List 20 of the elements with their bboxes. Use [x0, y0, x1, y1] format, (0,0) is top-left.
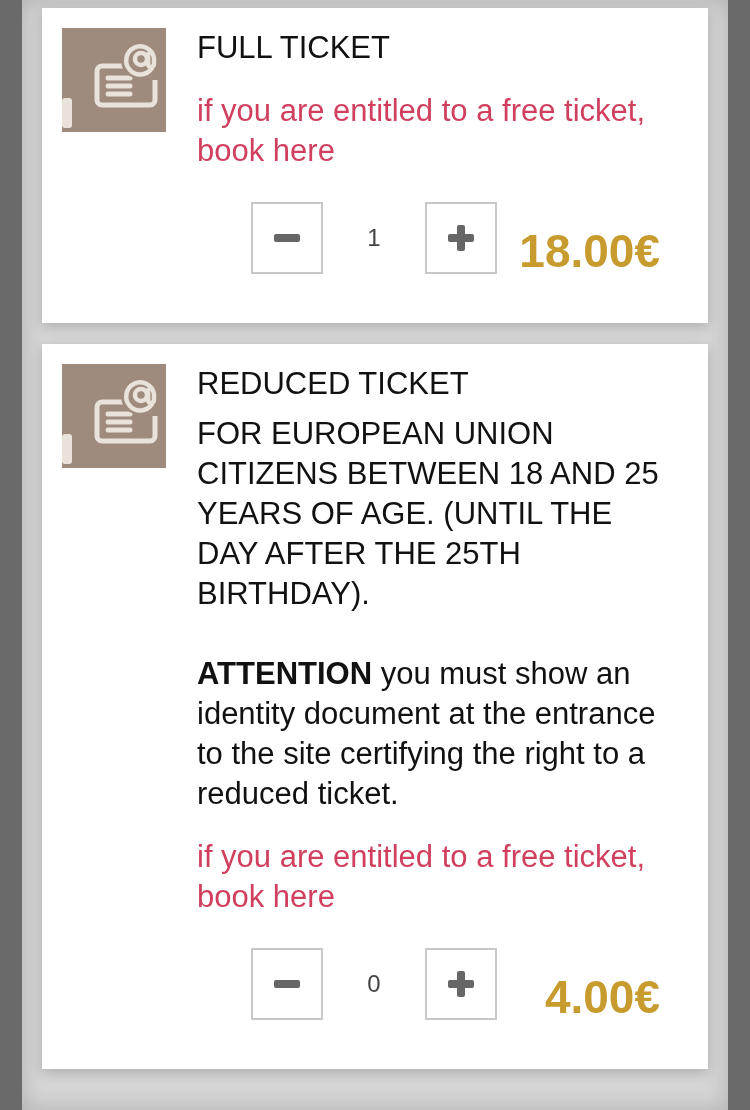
decrease-button[interactable] [251, 202, 323, 274]
ticket-price: 18.00€ [519, 228, 660, 274]
plus-icon [448, 225, 474, 251]
ticket-description: FOR EUROPEAN UNION CITIZENS BETWEEN 18 AND 25 YEARS OF AGE. (UNTIL THE DAY AFTER THE 25TH BIRTHDAY). [197, 415, 660, 613]
decrease-button[interactable] [251, 948, 323, 1020]
minus-icon [274, 234, 300, 242]
minus-icon [274, 980, 300, 988]
quantity-value: 0 [367, 972, 381, 996]
quantity-value: 1 [367, 226, 381, 250]
ticket-title: REDUCED TICKET [197, 365, 470, 403]
ticket-price: 4.00€ [544, 974, 660, 1020]
free-ticket-link[interactable]: if you are entitled to a free ticket, book here [197, 837, 660, 917]
email-card-icon [62, 28, 166, 132]
email-card-icon [62, 364, 166, 468]
plus-icon [448, 971, 474, 997]
ticket-title: FULL TICKET [197, 29, 391, 67]
attention-notice: ATTENTION you must show an identity document at the entrance to the site certifying the right to a reduced ticket. [197, 655, 657, 813]
increase-button[interactable] [425, 948, 497, 1020]
free-ticket-link[interactable]: if you are entitled to a free ticket, book here [197, 91, 660, 171]
increase-button[interactable] [425, 202, 497, 274]
